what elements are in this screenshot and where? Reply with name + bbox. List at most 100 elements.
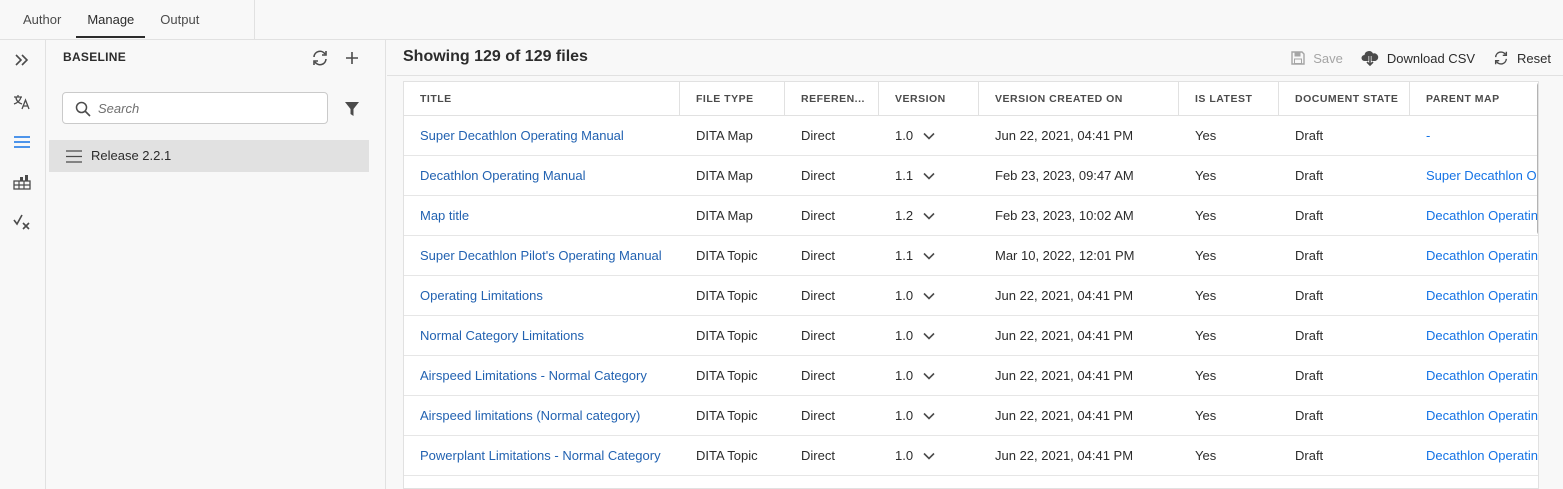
- cell-version: 1.0: [879, 116, 979, 156]
- cell-document-state: Draft: [1295, 408, 1324, 423]
- column-header-version[interactable]: VERSION: [879, 82, 979, 116]
- cell-version-created-on: Feb 23, 2023, 10:02 AM: [995, 208, 1134, 223]
- column-header-title[interactable]: TITLE: [404, 82, 680, 116]
- download-csv-button[interactable]: Download CSV: [1361, 50, 1475, 66]
- reports-rail-button[interactable]: [8, 168, 36, 196]
- save-button[interactable]: Save: [1291, 51, 1343, 66]
- search-input[interactable]: [98, 93, 323, 123]
- add-baseline-button[interactable]: [341, 47, 363, 69]
- cell-reference: Direct: [801, 288, 835, 303]
- cell-version: 1.0: [879, 356, 979, 396]
- cell-version: 1.0: [879, 436, 979, 476]
- version-value: 1.0: [895, 408, 914, 423]
- cell-version-created-on: Jun 22, 2021, 04:41 PM: [995, 448, 1134, 463]
- search-icon: [75, 101, 91, 117]
- tab-manage[interactable]: Manage: [74, 0, 147, 40]
- table-row[interactable]: Super Decathlon Pilot's Operating Manual…: [404, 236, 1538, 276]
- cell-title[interactable]: Decathlon Operating Manual: [404, 156, 680, 196]
- chevron-down-icon[interactable]: [923, 452, 935, 460]
- cell-parent-map[interactable]: Decathlon Operatin: [1410, 276, 1538, 316]
- column-header-file-type[interactable]: FILE TYPE: [680, 82, 785, 116]
- cell-title[interactable]: Powerplant Limitations - Normal Category: [404, 436, 680, 476]
- baseline-list-item[interactable]: Release 2.2.1: [49, 140, 369, 172]
- cell-title[interactable]: Map title: [404, 196, 680, 236]
- cell-is-latest: Yes: [1195, 368, 1217, 383]
- table-row[interactable]: Airspeed limitations (Normal category) DI…: [404, 396, 1538, 436]
- expand-icon: [15, 54, 29, 66]
- cell-reference: Direct: [801, 408, 835, 423]
- table-row[interactable]: Airspeed Limitations - Normal Category DI…: [404, 356, 1538, 396]
- cell-file-type: DITA Map: [696, 168, 753, 183]
- baseline-item-label: Release 2.2.1: [91, 148, 172, 163]
- toolbar: Save Download CSV Reset: [1273, 48, 1551, 68]
- table-row[interactable]: Powerplant Limitations - Normal Category…: [404, 436, 1538, 476]
- cell-title[interactable]: Operating Limitations: [404, 276, 680, 316]
- version-value: 1.1: [895, 168, 914, 183]
- cell-parent-map[interactable]: Decathlon Operatin: [1410, 196, 1538, 236]
- plus-icon: [346, 52, 358, 64]
- page-title: Showing 129 of 129 files: [403, 48, 588, 65]
- cell-file-type: DITA Topic: [696, 408, 758, 423]
- cell-file-type: DITA Topic: [696, 368, 758, 383]
- validate-rail-button[interactable]: [8, 208, 36, 236]
- cell-version: 1.0: [879, 276, 979, 316]
- download-csv-label: Download CSV: [1386, 50, 1476, 66]
- chevron-down-icon[interactable]: [923, 212, 935, 220]
- tab-list: Author Manage Output: [0, 0, 255, 40]
- cell-version-created-on: Jun 22, 2021, 04:41 PM: [995, 408, 1134, 423]
- chevron-down-icon[interactable]: [923, 332, 935, 340]
- translation-rail-button[interactable]: [8, 88, 36, 116]
- chevron-down-icon[interactable]: [923, 252, 935, 260]
- chevron-down-icon[interactable]: [923, 172, 935, 180]
- cell-reference: Direct: [801, 208, 835, 223]
- chevron-down-icon[interactable]: [923, 372, 935, 380]
- chevron-down-icon[interactable]: [923, 292, 935, 300]
- reset-button[interactable]: Reset: [1493, 50, 1551, 66]
- cell-document-state: Draft: [1295, 328, 1324, 343]
- cell-version: 1.1: [879, 236, 979, 276]
- cell-title[interactable]: Super Decathlon Pilot's Operating Manual: [404, 236, 680, 276]
- cell-title[interactable]: Airspeed Limitations - Normal Category: [404, 356, 680, 396]
- column-header-document-state[interactable]: DOCUMENT STATE: [1279, 82, 1410, 116]
- version-value: 1.0: [895, 128, 914, 143]
- filter-button[interactable]: [340, 97, 364, 121]
- cell-parent-map[interactable]: Decathlon Operatin: [1410, 436, 1538, 476]
- tab-output[interactable]: Output: [147, 0, 212, 40]
- table-header: TITLE FILE TYPE REFEREN... VERSION VERSI…: [404, 82, 1538, 116]
- chevron-down-icon[interactable]: [923, 412, 935, 420]
- cell-parent-map[interactable]: Super Decathlon Op: [1410, 156, 1538, 196]
- baseline-rail-button[interactable]: [8, 128, 36, 156]
- column-header-version-created-on[interactable]: VERSION CREATED ON: [979, 82, 1179, 116]
- table-row[interactable]: Decathlon Operating Manual DITA Map Direct…: [404, 156, 1538, 196]
- cell-version-created-on: Mar 10, 2022, 12:01 PM: [995, 248, 1135, 263]
- cell-file-type: DITA Topic: [696, 448, 758, 463]
- refresh-button[interactable]: [309, 47, 331, 69]
- main-area: Showing 129 of 129 files Save Download C…: [387, 40, 1563, 489]
- top-tab-bar: Author Manage Output: [0, 0, 1563, 40]
- cell-parent-map[interactable]: Decathlon Operatin: [1410, 356, 1538, 396]
- cell-parent-map[interactable]: -: [1410, 116, 1538, 156]
- cell-version: 1.2: [879, 196, 979, 236]
- cell-is-latest: Yes: [1195, 128, 1217, 143]
- tab-author[interactable]: Author: [10, 0, 74, 40]
- cell-version-created-on: Jun 22, 2021, 04:41 PM: [995, 128, 1134, 143]
- column-header-is-latest[interactable]: IS LATEST: [1179, 82, 1279, 116]
- cell-parent-map[interactable]: Decathlon Operatin: [1410, 396, 1538, 436]
- cell-reference: Direct: [801, 448, 835, 463]
- table-row[interactable]: Operating Limitations DITA Topic Direct 1.0…: [404, 276, 1538, 316]
- table-row[interactable]: Map title DITA Map Direct 1.2 Feb 23, 2023, …: [404, 196, 1538, 236]
- column-header-parent-map[interactable]: PARENT MAP: [1410, 82, 1538, 116]
- cell-parent-map[interactable]: Decathlon Operatin: [1410, 236, 1538, 276]
- cell-parent-map[interactable]: Decathlon Operatin: [1410, 316, 1538, 356]
- cell-file-type: DITA Map: [696, 208, 753, 223]
- table-row[interactable]: Normal Category Limitations DITA Topic Dir…: [404, 316, 1538, 356]
- cell-title[interactable]: Airspeed limitations (Normal category): [404, 396, 680, 436]
- cell-title[interactable]: Super Decathlon Operating Manual: [404, 116, 680, 156]
- cell-title[interactable]: Normal Category Limitations: [404, 316, 680, 356]
- expand-rail-button[interactable]: [8, 46, 36, 74]
- cell-document-state: Draft: [1295, 448, 1324, 463]
- vertical-scrollbar[interactable]: [1537, 82, 1538, 235]
- chevron-down-icon[interactable]: [923, 132, 935, 140]
- table-row[interactable]: Super Decathlon Operating Manual DITA Map…: [404, 116, 1538, 156]
- column-header-reference[interactable]: REFEREN...: [785, 82, 879, 116]
